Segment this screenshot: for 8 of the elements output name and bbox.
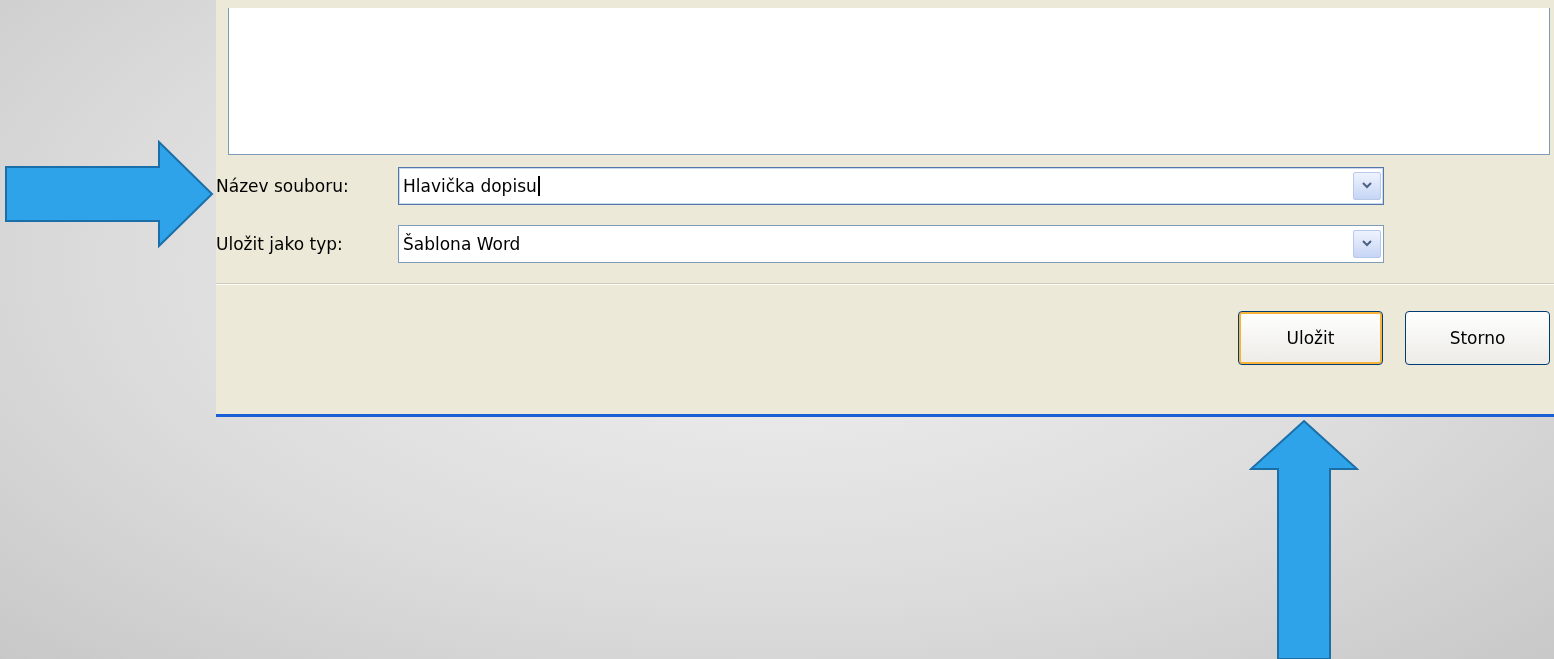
dialog-button[interactable]: Uložit <box>1238 311 1383 365</box>
right-arrow-icon <box>4 140 214 248</box>
combo-box[interactable]: Hlavička dopisu <box>398 167 1384 205</box>
up-arrow-icon <box>1249 419 1359 659</box>
field-label: Uložit jako typ: <box>216 234 344 254</box>
dialog-button[interactable]: Storno <box>1405 311 1550 365</box>
field-label: Název souboru: <box>216 176 350 196</box>
combo-box[interactable]: Šablona Word <box>398 225 1384 263</box>
